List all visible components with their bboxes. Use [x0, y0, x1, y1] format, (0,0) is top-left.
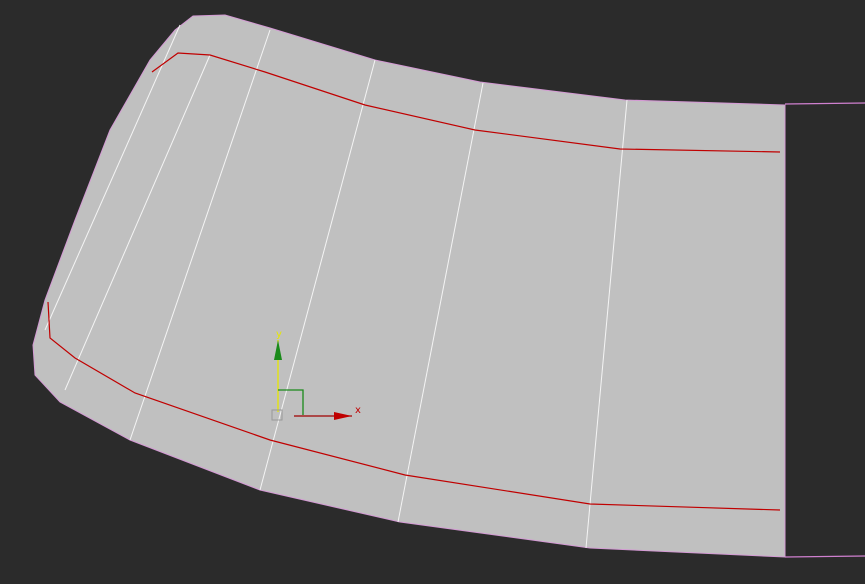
viewport-canvas[interactable]: x y	[0, 0, 865, 584]
y-axis-label: y	[276, 329, 282, 340]
outside-border-bottom	[784, 555, 865, 558]
viewport[interactable]: x y	[0, 0, 865, 584]
outside-border-top	[784, 102, 865, 105]
x-axis-label: x	[355, 405, 361, 416]
